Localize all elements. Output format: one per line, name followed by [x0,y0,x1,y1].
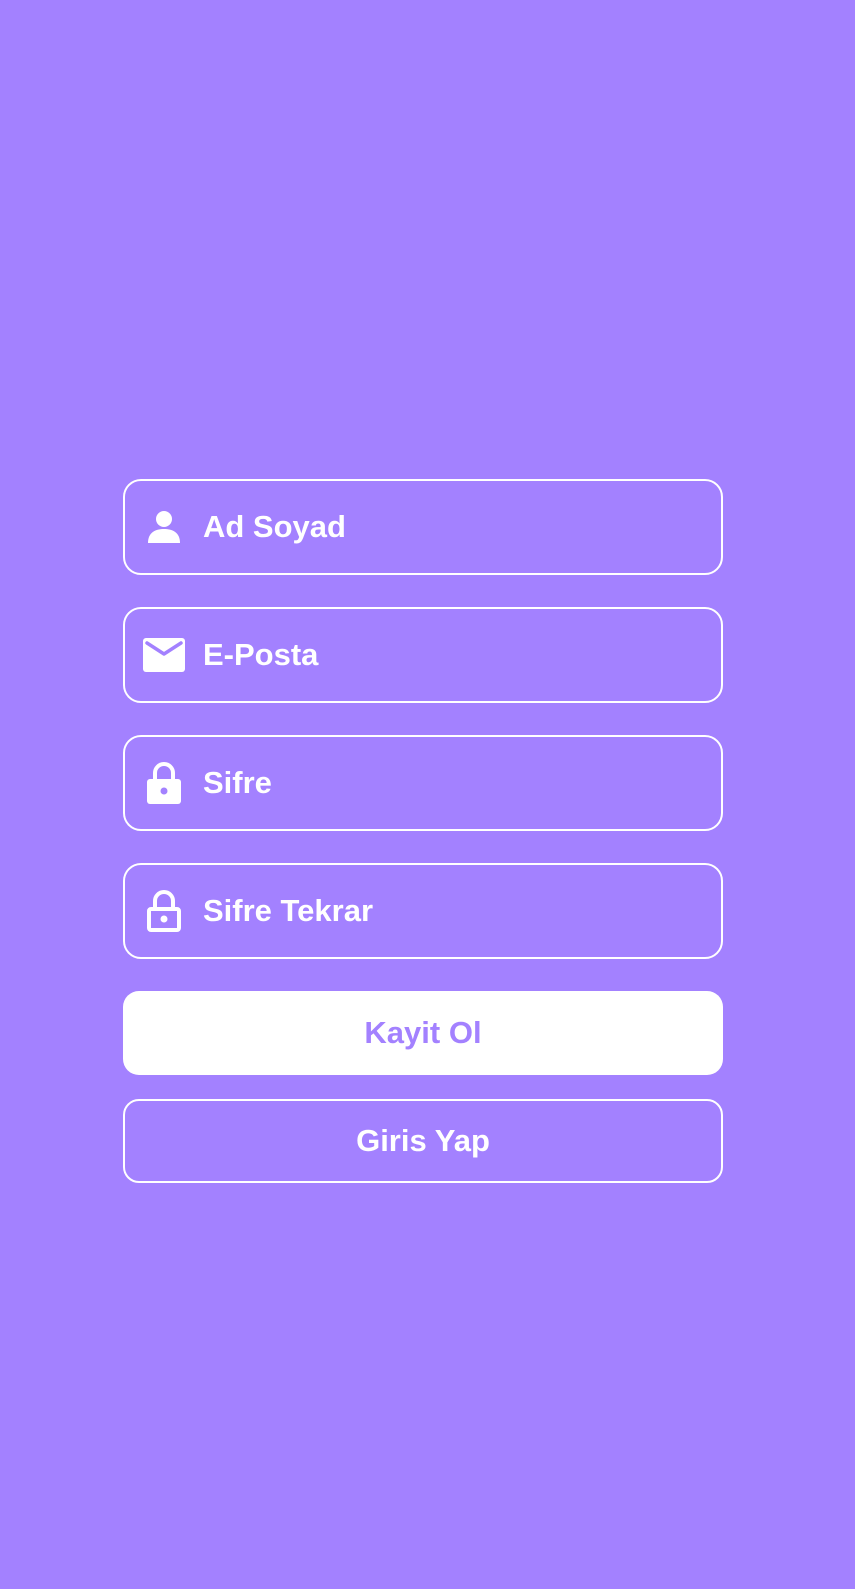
email-input[interactable] [203,625,721,685]
mail-icon [143,634,185,676]
password-input[interactable] [203,753,721,813]
password-confirm-field[interactable] [123,863,723,959]
password-field[interactable] [123,735,723,831]
register-form: Kayit Ol Giris Yap [123,479,723,1183]
lock-filled-icon [143,762,185,804]
full-name-input[interactable] [203,497,721,557]
lock-outline-icon [143,890,185,932]
person-icon [143,506,185,548]
password-confirm-input[interactable] [203,881,721,941]
full-name-field[interactable] [123,479,723,575]
register-button[interactable]: Kayit Ol [123,991,723,1075]
email-field[interactable] [123,607,723,703]
login-button[interactable]: Giris Yap [123,1099,723,1183]
